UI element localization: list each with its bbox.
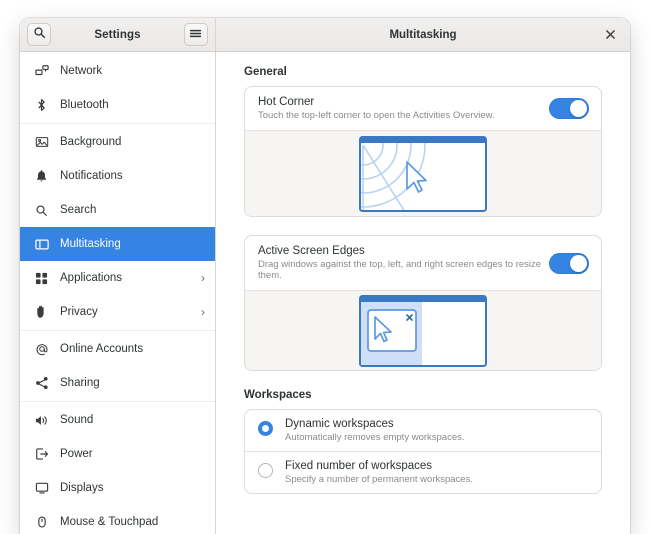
- fixed-workspaces-subtitle: Specify a number of permanent workspaces…: [285, 474, 589, 485]
- sidebar-item-privacy[interactable]: Privacy ›: [20, 295, 215, 329]
- toggle-knob: [570, 255, 587, 272]
- hot-corner-preview-svg: [359, 136, 487, 212]
- speaker-icon: [32, 414, 51, 427]
- sidebar-item-label: Notifications: [60, 170, 205, 182]
- dynamic-workspaces-title: Dynamic workspaces: [285, 418, 589, 430]
- main-menu-button[interactable]: [184, 23, 208, 46]
- settings-content-panel[interactable]: General Hot Corner Touch the top-left co…: [216, 52, 630, 534]
- mouse-icon: [32, 515, 51, 529]
- search-icon: [32, 204, 51, 217]
- fixed-workspaces-radio[interactable]: [258, 463, 273, 478]
- page-title: Multitasking: [389, 29, 456, 41]
- sidebar-item-applications[interactable]: Applications ›: [20, 261, 215, 295]
- sidebar-item-search[interactable]: Search: [20, 193, 215, 227]
- sidebar-item-label: Sound: [60, 414, 205, 426]
- header-bar: Settings Multitasking: [20, 18, 630, 52]
- sidebar-item-bluetooth[interactable]: Bluetooth: [20, 88, 215, 122]
- sidebar-item-label: Bluetooth: [60, 99, 205, 111]
- screen-edges-preview-svg: [359, 295, 487, 367]
- sidebar-item-label: Multitasking: [60, 238, 205, 250]
- active-screen-edges-toggle[interactable]: [549, 253, 589, 274]
- display-icon: [32, 481, 51, 495]
- sidebar-item-network[interactable]: Network: [20, 54, 215, 88]
- sidebar-item-label: Online Accounts: [60, 343, 205, 355]
- bluetooth-icon: [32, 98, 51, 112]
- hot-corner-toggle[interactable]: [549, 98, 589, 119]
- sidebar-item-label: Search: [60, 204, 205, 216]
- bell-icon: [32, 169, 51, 183]
- hamburger-menu-icon: [189, 26, 202, 44]
- settings-window: Settings Multitasking: [20, 18, 630, 534]
- sidebar-header: Settings: [20, 18, 216, 51]
- active-screen-edges-row[interactable]: Active Screen Edges Drag windows against…: [245, 236, 601, 290]
- sidebar-separator: [20, 330, 215, 331]
- content-header: Multitasking: [216, 18, 630, 51]
- general-section-heading: General: [244, 66, 602, 78]
- sidebar-item-label: Power: [60, 448, 205, 460]
- dynamic-workspaces-radio[interactable]: [258, 421, 273, 436]
- sidebar-item-online-accounts[interactable]: Online Accounts: [20, 332, 215, 366]
- chevron-right-icon: ›: [201, 271, 205, 285]
- toggle-knob: [570, 100, 587, 117]
- sidebar-item-label: Applications: [60, 272, 201, 284]
- sidebar-item-label: Mouse & Touchpad: [60, 516, 205, 528]
- background-icon: [32, 135, 51, 149]
- sidebar-item-multitasking[interactable]: Multitasking: [20, 227, 215, 261]
- fixed-workspaces-option[interactable]: Fixed number of workspaces Specify a num…: [245, 452, 601, 493]
- active-screen-edges-illustration: [245, 290, 601, 370]
- workspaces-card: Dynamic workspaces Automatically removes…: [244, 409, 602, 494]
- search-button[interactable]: [27, 23, 51, 46]
- active-screen-edges-card: Active Screen Edges Drag windows against…: [244, 235, 602, 371]
- network-icon: [32, 64, 51, 78]
- fixed-workspaces-title: Fixed number of workspaces: [285, 460, 589, 472]
- chevron-right-icon: ›: [201, 305, 205, 319]
- hand-icon: [32, 305, 51, 319]
- sidebar-item-mouse-touchpad[interactable]: Mouse & Touchpad: [20, 505, 215, 534]
- search-icon: [33, 26, 46, 44]
- sidebar-item-label: Displays: [60, 482, 205, 494]
- sidebar-item-background[interactable]: Background: [20, 125, 215, 159]
- sidebar-item-power[interactable]: Power: [20, 437, 215, 471]
- window-body: Network Bluetooth Back: [20, 52, 630, 534]
- sidebar-item-displays[interactable]: Displays: [20, 471, 215, 505]
- sidebar-item-label: Privacy: [60, 306, 201, 318]
- dynamic-workspaces-option[interactable]: Dynamic workspaces Automatically removes…: [245, 410, 601, 451]
- settings-sidebar[interactable]: Network Bluetooth Back: [20, 52, 216, 534]
- sidebar-item-label: Background: [60, 136, 205, 148]
- sidebar-item-notifications[interactable]: Notifications: [20, 159, 215, 193]
- grid-icon: [32, 272, 51, 285]
- hot-corner-title: Hot Corner: [258, 96, 549, 108]
- sidebar-item-label: Sharing: [60, 377, 205, 389]
- sidebar-title: Settings: [94, 29, 140, 41]
- sidebar-item-label: Network: [60, 65, 205, 77]
- workspaces-section-heading: Workspaces: [244, 389, 602, 401]
- sidebar-item-sound[interactable]: Sound: [20, 403, 215, 437]
- close-window-button[interactable]: [602, 27, 618, 43]
- active-screen-edges-title: Active Screen Edges: [258, 245, 549, 257]
- sidebar-item-sharing[interactable]: Sharing: [20, 366, 215, 400]
- at-sign-icon: [32, 342, 51, 356]
- dynamic-workspaces-subtitle: Automatically removes empty workspaces.: [285, 432, 589, 443]
- power-icon: [32, 447, 51, 461]
- active-screen-edges-subtitle: Drag windows against the top, left, and …: [258, 259, 549, 281]
- hot-corner-subtitle: Touch the top-left corner to open the Ac…: [258, 110, 549, 121]
- multitasking-icon: [32, 238, 51, 251]
- sidebar-separator: [20, 401, 215, 402]
- hot-corner-illustration: [245, 130, 601, 216]
- hot-corner-card: Hot Corner Touch the top-left corner to …: [244, 86, 602, 217]
- sidebar-separator: [20, 123, 215, 124]
- share-icon: [32, 376, 51, 390]
- hot-corner-row[interactable]: Hot Corner Touch the top-left corner to …: [245, 87, 601, 130]
